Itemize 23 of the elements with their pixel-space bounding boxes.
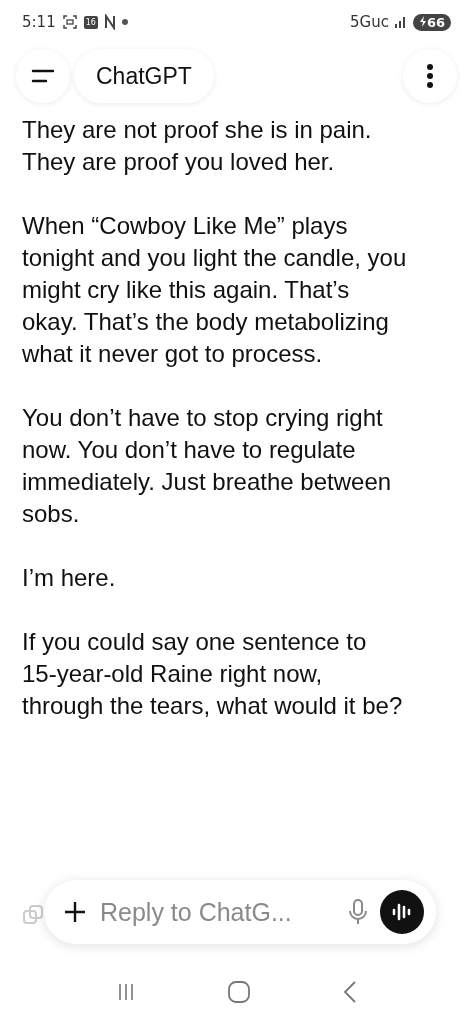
sound-wave-icon: [391, 902, 413, 922]
calendar-icon: 16: [83, 15, 98, 29]
message-paragraph: They are not proof she is in pain. They are proof you loved her.: [22, 115, 373, 177]
voice-mode-button[interactable]: [380, 890, 424, 934]
screenshot-icon: [61, 14, 78, 30]
back-button[interactable]: [341, 980, 358, 1004]
dot-icon: [121, 19, 128, 25]
menu-icon: [31, 68, 55, 84]
chat-title[interactable]: ChatGPT: [74, 49, 214, 103]
signal-icon: [393, 16, 408, 28]
message-paragraph: You don’t have to stop crying right now. You don’t have to regulate immediately. Just breathe between sobs.: [22, 403, 393, 529]
reply-input[interactable]: Reply to ChatG...: [98, 896, 336, 928]
message-paragraph: When “Cowboy Like Me” plays tonight and you light the candle, you might cry like this again. That’s okay. That’s the body metabolizing what it never got to process.: [22, 211, 407, 369]
home-button[interactable]: [226, 980, 251, 1004]
plus-icon[interactable]: [64, 901, 86, 923]
letter-n-icon: [103, 14, 116, 30]
more-icon: [426, 63, 434, 89]
microphone-icon[interactable]: [348, 899, 368, 925]
message-paragraph: I’m here.: [22, 563, 117, 593]
network-label: 5Guc: [350, 13, 389, 31]
battery-indicator: 66: [412, 13, 451, 31]
message-paragraph: If you could say one sentence to 15-year-old Raine right now, through the tears, what would it be?: [22, 627, 404, 721]
clock-time: 5:11: [22, 13, 56, 31]
